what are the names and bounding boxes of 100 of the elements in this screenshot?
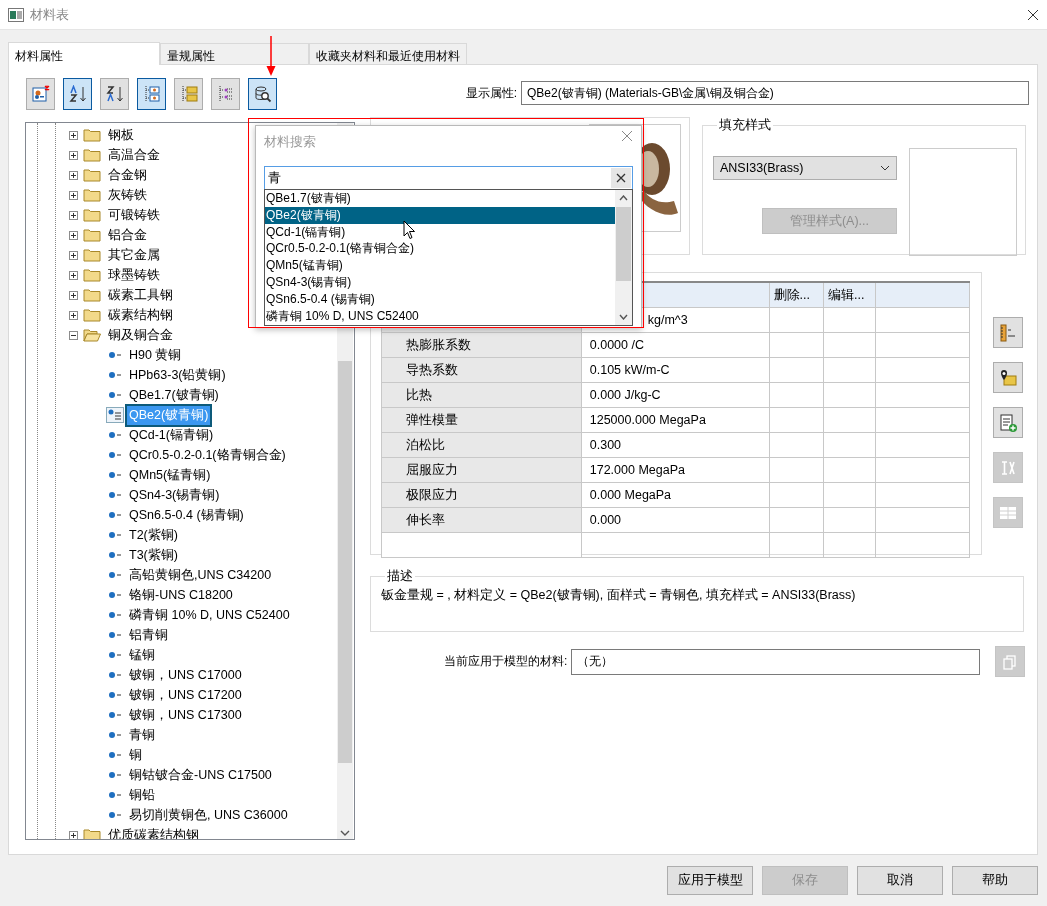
map-pin-folder-icon: [998, 367, 1018, 388]
tree-item[interactable]: 碳素工具钢: [106, 285, 175, 305]
search-result[interactable]: QBe1.7(铍青铜): [265, 190, 616, 207]
tree-item[interactable]: 球墨铸铁: [106, 265, 162, 285]
property-name: 比热: [406, 387, 432, 402]
tree-item[interactable]: 铜铅: [127, 785, 157, 805]
expand-icon[interactable]: [69, 230, 78, 240]
expand-icon[interactable]: [69, 310, 78, 320]
tree-item[interactable]: 高铅黄铜色,UNS C34200: [127, 565, 274, 585]
toolbar-button[interactable]: [26, 78, 55, 110]
tree-item[interactable]: 铜钴铍合金-UNS C17500: [127, 765, 274, 785]
tree-item[interactable]: QMn5(锰青铜): [127, 465, 213, 485]
expand-icon[interactable]: [69, 170, 78, 180]
search-result[interactable]: QBe2(铍青铜): [265, 206, 616, 224]
dialog-button[interactable]: 取消: [857, 866, 943, 895]
tree-item[interactable]: 铜: [127, 745, 144, 765]
material-details-icon: [106, 407, 124, 423]
expand-icon[interactable]: [69, 290, 78, 300]
tree-item[interactable]: QCr0.5-0.2-0.1(铬青铜合金): [127, 445, 288, 465]
tree-item[interactable]: 磷青铜 10% D, UNS C52400: [127, 605, 292, 625]
scrollbar-thumb[interactable]: [338, 361, 352, 763]
scroll-down-icon[interactable]: [340, 829, 350, 837]
tree-item[interactable]: HPb63-3(铅黄铜): [127, 365, 228, 385]
property-value: kg/m^3: [647, 313, 688, 327]
window-title: 材料表: [30, 5, 69, 24]
tree-item[interactable]: H90 黄铜: [127, 345, 184, 365]
tree-item[interactable]: T2(紫铜): [127, 525, 180, 545]
scroll-down-icon[interactable]: [619, 314, 628, 320]
tab[interactable]: 量规属性: [160, 43, 309, 64]
dialog-button[interactable]: 应用于模型: [667, 866, 753, 895]
close-icon[interactable]: [1027, 8, 1039, 21]
tree-item[interactable]: QCd-1(镉青铜): [127, 425, 216, 445]
property-name: 弹性模量: [406, 412, 458, 427]
tree-item[interactable]: QSn4-3(锡青铜): [127, 485, 222, 505]
tree-item[interactable]: QBe1.7(铍青铜): [127, 385, 221, 405]
search-result[interactable]: 磷青铜 10% D, UNS C52400: [265, 307, 616, 325]
tab[interactable]: 收藏夹材料和最近使用材料: [309, 43, 467, 64]
scrollbar-thumb[interactable]: [616, 207, 631, 281]
tree-item[interactable]: 可锻铸铁: [106, 205, 162, 225]
display-property-label: 显示属性:: [465, 84, 517, 102]
tree-item[interactable]: 其它金属: [106, 245, 162, 265]
column-header[interactable]: 删除...: [769, 282, 824, 308]
search-result[interactable]: QCr0.5-0.2-0.1(铬青铜合金): [265, 240, 616, 258]
display-property-field[interactable]: QBe2(铍青铜) (Materials-GB\金属\铜及铜合金): [521, 81, 1029, 105]
property-name: 泊松比: [406, 437, 445, 452]
tree-item[interactable]: 铝合金: [106, 225, 149, 245]
expand-icon[interactable]: [69, 150, 78, 160]
tree-item[interactable]: T3(紫铜): [127, 545, 180, 565]
tree-item[interactable]: 铍铜，UNS C17200: [127, 685, 244, 705]
clear-button[interactable]: [611, 168, 631, 188]
expand-icon[interactable]: [69, 130, 78, 140]
folder-icon: [83, 168, 101, 182]
property-name: 导热系数: [406, 362, 458, 377]
tree-item[interactable]: 铜及铜合金: [106, 325, 175, 345]
scroll-up-icon[interactable]: [619, 195, 628, 201]
close-icon: [616, 172, 626, 183]
expand-icon[interactable]: [69, 210, 78, 220]
tree-item[interactable]: 铬铜-UNS C18200: [127, 585, 235, 605]
column-header[interactable]: 编辑...: [823, 282, 876, 308]
folder-icon: [83, 248, 101, 262]
tree-item[interactable]: 灰铸铁: [106, 185, 149, 205]
toolbar-button[interactable]: [100, 78, 129, 110]
toolbar-button[interactable]: [137, 78, 166, 110]
toolbar-button[interactable]: [248, 78, 277, 110]
property-name: 伸长率: [406, 512, 445, 527]
tree-item[interactable]: 碳素结构钢: [106, 305, 175, 325]
side-tool-button[interactable]: [993, 362, 1023, 393]
property-name: 屈服应力: [406, 462, 458, 477]
tree-item[interactable]: 钢板: [106, 125, 136, 145]
dialog-button[interactable]: 帮助: [952, 866, 1038, 895]
sort-ascending-icon: [68, 85, 87, 103]
expand-icon[interactable]: [69, 830, 78, 839]
ruler-units-icon: [998, 322, 1018, 343]
tree-item[interactable]: 合金钢: [106, 165, 149, 185]
expand-icon[interactable]: [69, 270, 78, 280]
mouse-pointer-icon: [403, 220, 416, 240]
property-value: 0.000 J/kg-C: [589, 388, 661, 402]
collapse-icon[interactable]: [69, 330, 78, 340]
popup-title: 材料搜索: [264, 134, 316, 151]
expand-icon[interactable]: [69, 250, 78, 260]
current-material-field[interactable]: （无）: [571, 648, 981, 675]
expand-icon[interactable]: [69, 190, 78, 200]
search-result[interactable]: QSn4-3(锡青铜): [265, 274, 616, 291]
tree-item[interactable]: 铍铜，UNS C17000: [127, 665, 244, 685]
tree-item[interactable]: 易切削黄铜色, UNS C36000: [127, 805, 290, 825]
tree-item[interactable]: 高温合金: [106, 145, 162, 165]
tree-item[interactable]: 铍铜，UNS C17300: [127, 705, 244, 725]
toolbar-button[interactable]: [63, 78, 92, 110]
tab[interactable]: 材料属性: [8, 42, 160, 65]
property-name: 极限应力: [406, 487, 458, 502]
tree-item[interactable]: 青铜: [127, 725, 157, 745]
search-result[interactable]: QCd-1(镉青铜): [265, 223, 616, 241]
search-result[interactable]: QMn5(锰青铜): [265, 257, 616, 274]
tree-item[interactable]: QSn6.5-0.4 (锡青铜): [127, 505, 246, 525]
property-name: 热膨胀系数: [406, 337, 471, 352]
tree-item[interactable]: 锰铜: [127, 645, 157, 665]
search-result[interactable]: QSn6.5-0.4 (锡青铜): [265, 290, 616, 308]
fill-style-dropdown[interactable]: ANSI33(Brass): [713, 156, 897, 180]
tree-item[interactable]: 铝青铜: [127, 625, 170, 645]
list-scrollbar[interactable]: [615, 190, 632, 325]
